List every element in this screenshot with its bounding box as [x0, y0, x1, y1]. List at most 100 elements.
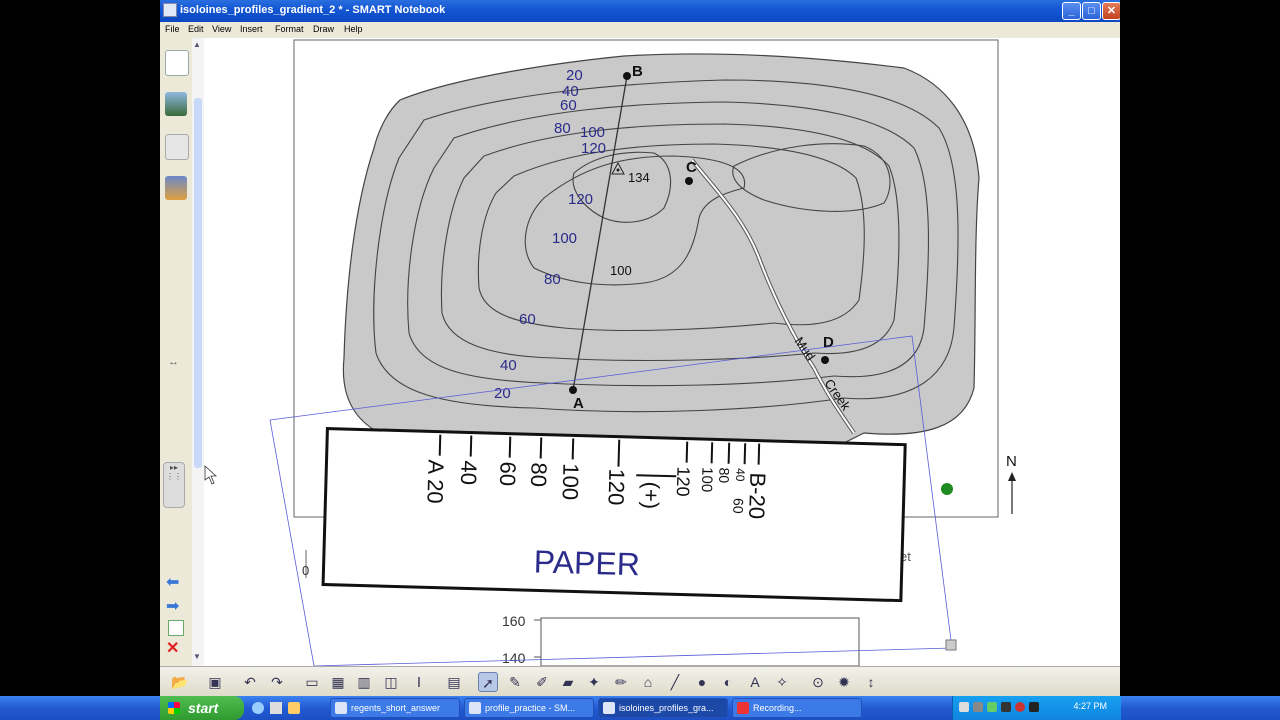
paper-mark-120a: 120 [603, 468, 629, 505]
properties-icon[interactable] [165, 176, 187, 200]
contour-label-20-low: 20 [494, 385, 511, 402]
quick-launch [250, 700, 310, 716]
settings-gear-icon[interactable]: ✹ [834, 672, 854, 692]
desktop-icon[interactable] [270, 702, 282, 714]
north-label: N [1006, 453, 1017, 470]
tray-monitor-icon[interactable] [1001, 702, 1011, 712]
paper-strip[interactable]: PAPER A 20 40 60 80 100 120 (+) 120 100 … [321, 427, 907, 603]
contour-label-80-mid: 80 [544, 271, 561, 288]
capture-icon[interactable]: ◫ [381, 672, 401, 692]
task-profile-practice[interactable]: profile_practice - SM... [464, 698, 594, 718]
title-bar[interactable]: isoloines_profiles_gradient_2 * - SMART … [160, 0, 1120, 22]
task-regents-short-answer[interactable]: regents_short_answer [330, 698, 460, 718]
collapse-sidebar-button[interactable]: ▸▸ ⋮⋮ [163, 462, 185, 508]
peak-dot [616, 168, 620, 172]
close-button[interactable]: ✕ [1102, 2, 1120, 20]
menu-draw[interactable]: Draw [313, 24, 334, 34]
start-label: start [188, 700, 219, 716]
properties-tool-icon[interactable]: ✧ [772, 672, 792, 692]
task-isoloines-profiles[interactable]: isoloines_profiles_gra... [598, 698, 728, 718]
clock[interactable]: 4:27 PM [1073, 701, 1107, 711]
highlighter-icon[interactable]: ✏ [611, 672, 631, 692]
next-page-icon[interactable]: ➡ [166, 596, 179, 616]
delete-page-icon[interactable]: ✕ [166, 638, 179, 658]
font-icon[interactable]: A [745, 672, 765, 692]
screen-shade-icon[interactable]: ▭ [302, 672, 322, 692]
minimize-button[interactable]: _ [1062, 2, 1081, 20]
paper-mark-80b: 80 [716, 467, 732, 483]
paper-mark-plus: (+) [638, 481, 664, 509]
paper-mark-100b: 100 [698, 467, 716, 492]
menu-insert[interactable]: Insert [240, 24, 263, 34]
tools-toolbar: 📂 ▣ ↶ ↷ ▭ ▦ ▥ ◫ Ⅰ ▤ ➚ ✎ ✐ ▰ ✦ ✏ ⌂ ╱ ● ◐ … [160, 666, 1120, 697]
menu-file[interactable]: File [165, 24, 180, 34]
start-button[interactable]: start [160, 696, 244, 720]
paper-mark-100a: 100 [558, 463, 584, 500]
notebook-page[interactable]: 20 40 60 80 100 120 120 100 80 60 40 20 … [204, 38, 1120, 667]
select-pointer-icon[interactable]: ➚ [478, 672, 498, 692]
previous-page-icon[interactable]: ⬅ [166, 572, 179, 592]
profile-axis-zero: 0 [302, 563, 309, 578]
gallery-icon[interactable] [165, 92, 187, 116]
task-recording[interactable]: Recording... [732, 698, 862, 718]
paper-title: PAPER [533, 543, 640, 582]
zoom-icon[interactable]: ⊙ [808, 672, 828, 692]
scroll-up-icon[interactable]: ▲ [193, 40, 201, 49]
profile-axis-140: 140 [502, 650, 526, 666]
resize-handle[interactable] [945, 639, 957, 651]
smart-notebook-window: isoloines_profiles_gradient_2 * - SMART … [160, 0, 1120, 720]
contour-label-120-top: 120 [581, 140, 606, 157]
full-screen-icon[interactable]: ▦ [328, 672, 348, 692]
eraser-icon[interactable]: ▰ [558, 672, 578, 692]
line-icon[interactable]: ╱ [665, 672, 685, 692]
color-icon[interactable]: ◐ [718, 672, 738, 692]
contour-label-100-mid: 100 [552, 230, 577, 247]
tray-smart-icon[interactable] [987, 702, 997, 712]
system-tray: 4:27 PM [952, 696, 1121, 720]
menu-view[interactable]: View [212, 24, 231, 34]
contour-label-100-top: 100 [580, 124, 605, 141]
point-c-marker [685, 177, 693, 185]
table-icon[interactable]: ▤ [444, 672, 464, 692]
add-page-icon[interactable] [168, 620, 184, 636]
point-b-label: B [632, 63, 643, 80]
menu-format[interactable]: Format [275, 24, 304, 34]
move-toolbar-icon[interactable]: ↕ [861, 672, 881, 692]
creative-pen-icon[interactable]: ✐ [532, 672, 552, 692]
peak-elevation-label: 134 [628, 170, 650, 185]
contour-label-20-top: 20 [566, 67, 583, 84]
windows-flag-icon [168, 702, 180, 714]
fill-icon[interactable]: ● [692, 672, 712, 692]
ie-icon[interactable] [252, 702, 264, 714]
text-tool-icon[interactable]: Ⅰ [409, 672, 429, 692]
magic-pen-icon[interactable]: ✦ [584, 672, 604, 692]
pen-icon[interactable]: ✎ [505, 672, 525, 692]
monitor-icon[interactable]: ▥ [354, 672, 374, 692]
menu-edit[interactable]: Edit [188, 24, 204, 34]
redo-icon[interactable]: ↷ [267, 672, 287, 692]
page-sorter-icon[interactable] [165, 50, 189, 76]
tray-app-icon[interactable] [1029, 702, 1039, 712]
tray-network-icon[interactable] [959, 702, 969, 712]
maximize-button[interactable]: □ [1082, 2, 1101, 20]
mouse-cursor-icon [204, 465, 218, 485]
page-sorter-tool-icon[interactable]: ▣ [205, 672, 225, 692]
app-icon [163, 3, 177, 17]
menu-help[interactable]: Help [344, 24, 363, 34]
scroll-down-icon[interactable]: ▼ [193, 652, 201, 661]
menu-bar: File Edit View Insert Format Draw Help [160, 22, 1120, 38]
paper-mark-60a: 60 [495, 461, 521, 486]
resize-handle-icon[interactable]: ↔ [168, 356, 179, 368]
rotate-handle[interactable] [941, 483, 953, 495]
paper-mark-120b: 120 [673, 466, 694, 497]
point-d-label: D [823, 334, 834, 351]
open-folder-icon[interactable]: 📂 [170, 672, 190, 692]
tray-volume-icon[interactable] [973, 702, 983, 712]
tray-record-icon[interactable] [1015, 702, 1025, 712]
scroll-thumb[interactable] [194, 98, 202, 468]
undo-icon[interactable]: ↶ [240, 672, 260, 692]
shapes-icon[interactable]: ⌂ [638, 672, 658, 692]
attachments-icon[interactable] [165, 134, 189, 160]
north-arrow-head [1008, 472, 1016, 481]
explorer-icon[interactable] [288, 702, 300, 714]
